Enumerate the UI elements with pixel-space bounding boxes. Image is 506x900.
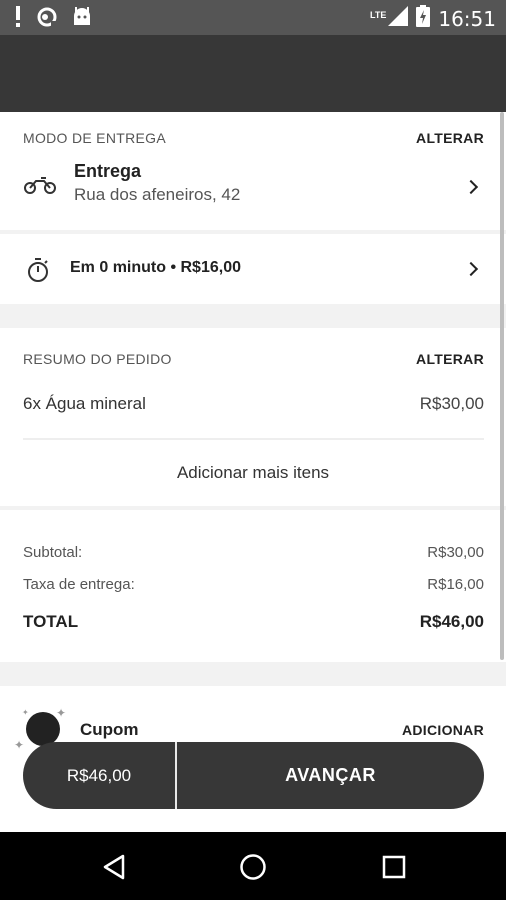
sparkle-icon: ✦ [56,706,67,720]
sync-icon [36,6,58,33]
sparkle-icon: ✦ [14,738,25,752]
order-item-price: R$30,00 [419,394,484,413]
subtotal-label: Subtotal: [23,544,83,561]
home-icon[interactable] [235,849,271,885]
order-summary-card: RESUMO DO PEDIDO ALTERAR 6x Água mineral… [0,328,506,506]
order-item-description: 6x Água mineral [23,394,146,413]
subtotal-value: R$30,00 [427,544,484,561]
delivery-fee-value: R$16,00 [427,576,484,593]
order-total-pill[interactable]: R$46,00 [23,742,177,809]
totals-card: Subtotal: R$30,00 Taxa de entrega: R$16,… [0,510,506,662]
chevron-right-icon [463,261,479,277]
add-coupon-button[interactable]: ADICIONAR [402,722,484,738]
app-bar [0,35,506,112]
status-bar: LTE 16:51 [0,0,506,35]
eta-text: Em 0 minuto • R$16,00 [70,259,241,276]
battery-charging-icon [416,5,431,32]
eta-row[interactable]: Em 0 minuto • R$16,00 [0,234,506,304]
recents-icon[interactable] [376,849,412,885]
checkout-bar: R$46,00 AVANÇAR [23,742,484,809]
system-nav-bar [0,832,506,900]
delivery-mode-title: Entrega [74,161,142,181]
alert-icon [14,6,22,33]
coupon-title: Cupom [80,720,139,739]
delivery-address: Rua dos afeneiros, 42 [74,185,241,204]
coupon-icon [26,712,60,746]
change-order-button[interactable]: ALTERAR [416,351,484,367]
delivery-section-label: MODO DE ENTREGA [23,130,166,146]
motorcycle-icon [24,175,56,200]
android-icon [72,7,92,32]
back-icon[interactable] [96,849,132,885]
delivery-mode-row[interactable]: Entrega Rua dos afeneiros, 42 [0,152,506,222]
stopwatch-icon [27,258,49,287]
delivery-fee-label: Taxa de entrega: [23,576,135,593]
add-more-items-button[interactable]: Adicionar mais itens [0,463,506,483]
order-summary-label: RESUMO DO PEDIDO [23,351,172,367]
next-button[interactable]: AVANÇAR [177,742,484,809]
signal-icon [388,6,409,31]
total-value: R$46,00 [419,612,484,631]
clock: 16:51 [438,6,496,31]
sparkle-icon: ✦ [22,708,29,717]
chevron-right-icon [463,179,479,195]
scrollbar[interactable] [500,112,504,660]
total-label: TOTAL [23,612,79,631]
delivery-mode-card: MODO DE ENTREGA ALTERAR Entrega Rua dos … [0,112,506,230]
change-delivery-button[interactable]: ALTERAR [416,130,484,146]
divider [23,438,484,440]
network-type: LTE [370,9,387,20]
checkout-content[interactable]: MODO DE ENTREGA ALTERAR Entrega Rua dos … [0,112,506,832]
